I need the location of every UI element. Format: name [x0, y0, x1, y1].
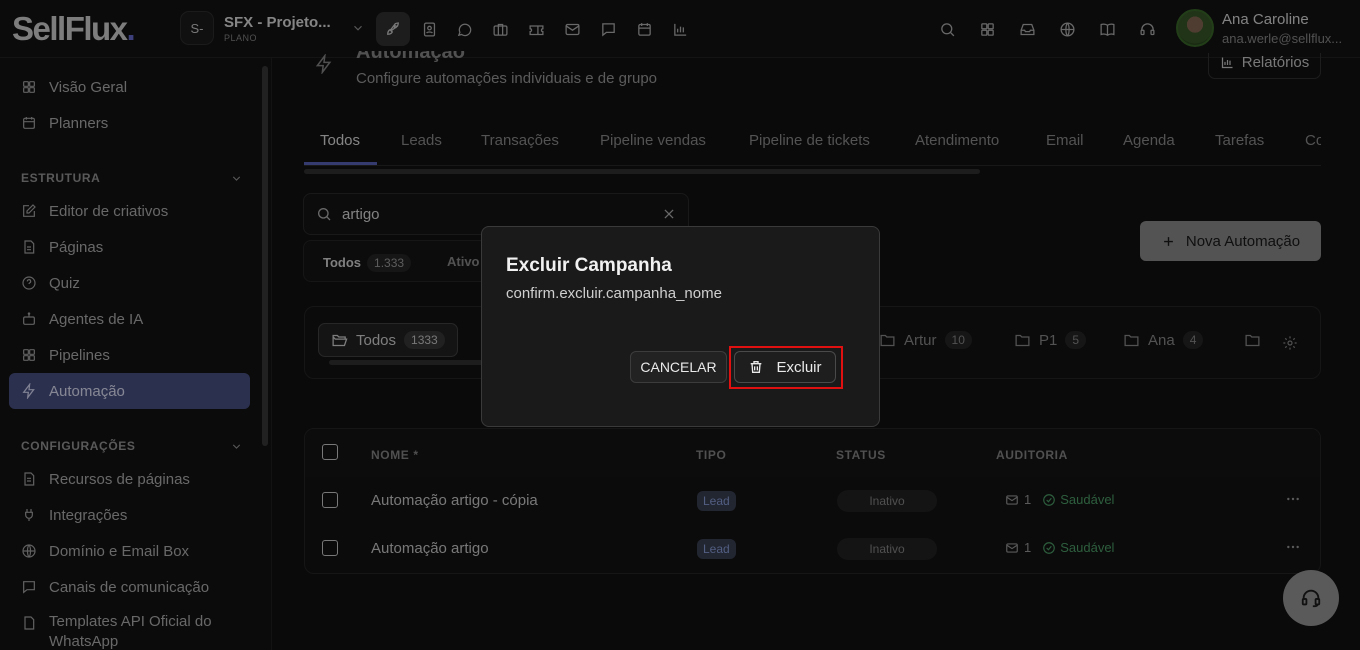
cancel-button[interactable]: CANCELAR — [630, 351, 727, 383]
dialog-message: confirm.excluir.campanha_nome — [506, 285, 722, 302]
trash-icon — [751, 361, 762, 373]
delete-button[interactable]: Excluir — [734, 351, 836, 383]
dialog-title: Excluir Campanha — [506, 255, 672, 276]
delete-label: Excluir — [776, 358, 822, 376]
delete-campaign-dialog: Excluir Campanha confirm.excluir.campanh… — [481, 226, 880, 427]
